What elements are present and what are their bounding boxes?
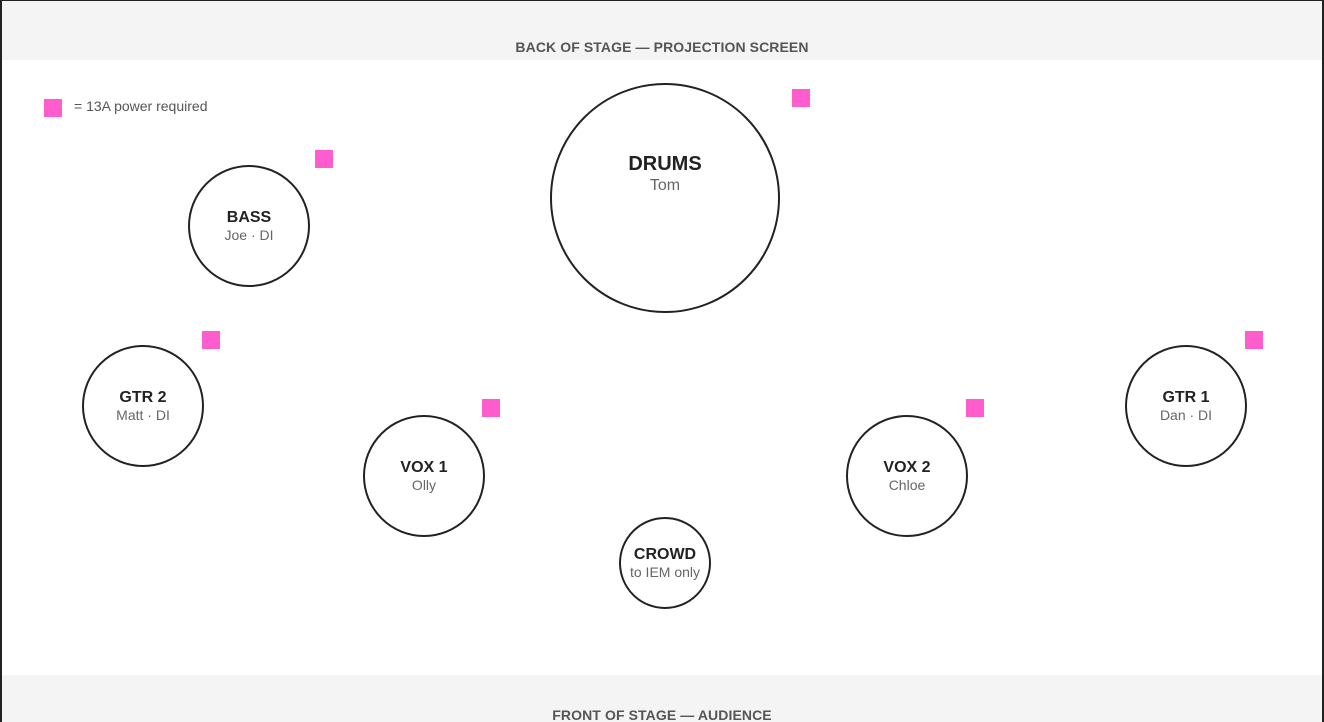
vox1-label: VOX 1 [400,459,448,476]
bass-position: BASS Joe · DI [188,165,310,287]
bass-player: Joe · DI [224,227,274,243]
drums-player: Tom [649,177,681,194]
gtr2-position: GTR 2 Matt · DI [82,345,204,467]
drums-position: DRUMS Tom [550,83,780,313]
gtr2-power-marker [202,331,220,349]
crowd-label: CROWD [633,546,697,563]
front-of-stage-band: FRONT OF STAGE — AUDIENCE [2,675,1322,722]
power-legend-swatch [44,99,62,117]
bass-label: BASS [226,209,272,226]
vox1-power-marker [482,399,500,417]
stage-plot: BACK OF STAGE — PROJECTION SCREEN = 13A … [0,0,1324,722]
back-of-stage-band: BACK OF STAGE — PROJECTION SCREEN [2,1,1322,60]
drums-label: DRUMS [628,153,702,175]
vox1-position: VOX 1 Olly [363,415,485,537]
gtr1-power-marker [1245,331,1263,349]
front-of-stage-label: FRONT OF STAGE — AUDIENCE [552,707,772,722]
vox2-power-marker [966,399,984,417]
gtr2-player: Matt · DI [116,407,170,423]
vox2-label: VOX 2 [883,459,931,476]
gtr1-position: GTR 1 Dan · DI [1125,345,1247,467]
crowd-position: CROWD to IEM only [619,517,711,609]
crowd-note: to IEM only [629,564,701,580]
vox2-player: Chloe [888,477,926,493]
gtr1-player: Dan · DI [1159,407,1213,423]
vox1-player: Olly [411,477,437,493]
power-legend: = 13A power required [44,95,207,117]
gtr2-label: GTR 2 [119,389,167,406]
power-legend-text: = 13A power required [74,98,208,114]
vox2-position: VOX 2 Chloe [846,415,968,537]
back-of-stage-label: BACK OF STAGE — PROJECTION SCREEN [515,39,809,55]
gtr1-label: GTR 1 [1162,389,1210,406]
drums-power-marker [792,89,810,107]
bass-power-marker [315,150,333,168]
